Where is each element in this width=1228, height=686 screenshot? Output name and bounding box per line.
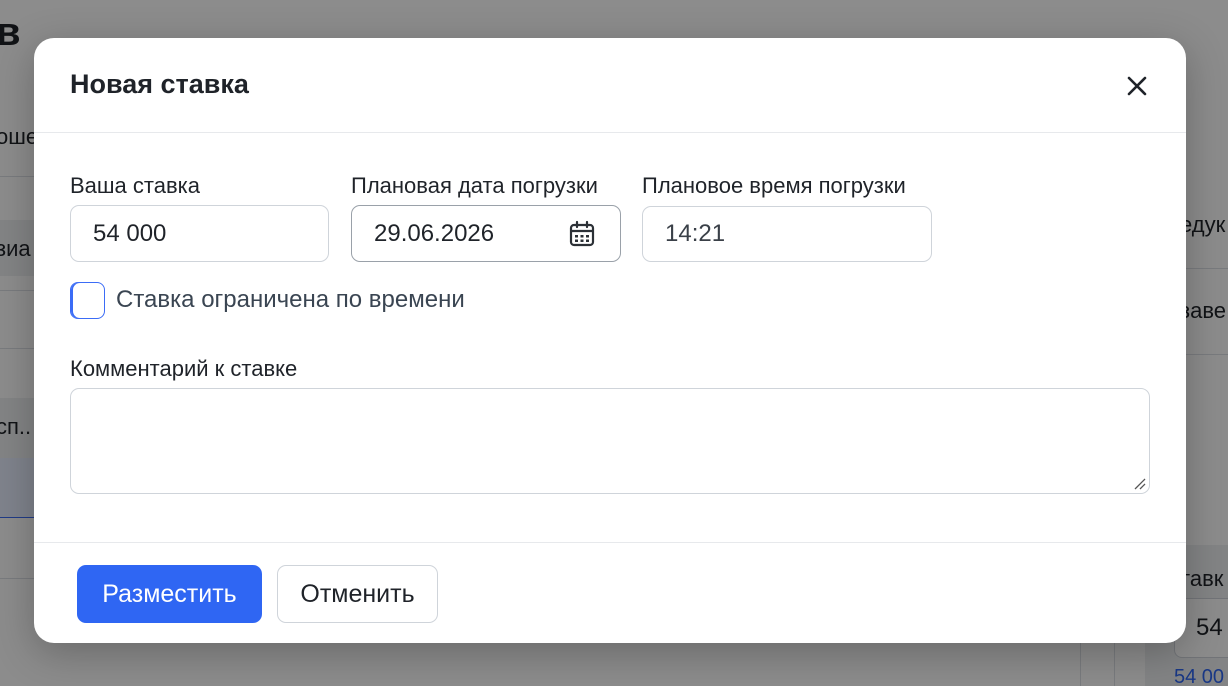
comment-label: Комментарий к ставке — [70, 356, 298, 381]
loading-date-value: 29.06.2026 — [374, 219, 495, 247]
close-button[interactable] — [1122, 71, 1152, 101]
cancel-button[interactable]: Отменить — [277, 565, 438, 623]
loading-date-input[interactable]: 29.06.2026 — [351, 205, 621, 262]
new-bid-modal: Новая ставка Ваша ставка 54 000 Плановая… — [34, 38, 1186, 643]
modal-title: Новая ставка — [70, 69, 249, 99]
resize-handle-icon[interactable] — [1132, 476, 1146, 490]
bid-value: 54 000 — [93, 219, 167, 247]
modal-footer: Разместить Отменить — [34, 542, 1186, 643]
loading-date-label: Плановая дата погрузки — [351, 173, 598, 198]
time-limited-checkbox[interactable] — [70, 282, 105, 319]
loading-time-label: Плановое время погрузки — [642, 173, 906, 198]
modal-header: Новая ставка — [34, 38, 1186, 133]
loading-time-value: 14:21 — [665, 220, 726, 247]
calendar-icon[interactable] — [568, 220, 596, 248]
bid-label: Ваша ставка — [70, 173, 201, 198]
loading-time-input[interactable]: 14:21 — [642, 206, 932, 262]
bid-input[interactable]: 54 000 — [70, 205, 329, 262]
submit-button[interactable]: Разместить — [77, 565, 262, 623]
comment-textarea[interactable] — [70, 388, 1150, 494]
time-limited-label[interactable]: Ставка ограничена по времени — [116, 286, 465, 314]
close-icon — [1127, 76, 1147, 96]
